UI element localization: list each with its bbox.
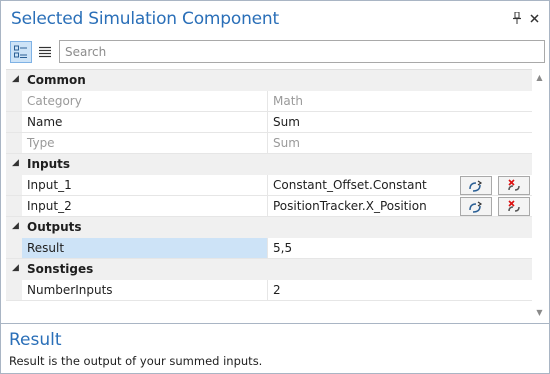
category-label: Outputs (27, 220, 82, 234)
property-row-name[interactable]: Name Sum (6, 112, 532, 133)
panel-title: Selected Simulation Component (11, 9, 279, 29)
category-label: Inputs (27, 157, 71, 171)
alphabetical-view-button[interactable] (34, 41, 56, 63)
property-row-result[interactable]: Result 5,5 (6, 238, 532, 259)
category-row-common[interactable]: ◢ Common (6, 70, 532, 91)
property-name: Input_2 (6, 196, 268, 216)
disconnect-input-button[interactable] (498, 197, 530, 216)
category-row-outputs[interactable]: ◢ Outputs (6, 217, 532, 238)
disconnect-icon (508, 178, 520, 191)
disconnect-icon (508, 199, 520, 212)
property-value[interactable]: 2 (269, 280, 532, 300)
pin-icon[interactable] (510, 11, 524, 25)
property-row-type[interactable]: Type Sum (6, 133, 532, 154)
title-bar: Selected Simulation Component (1, 1, 549, 35)
scroll-down-icon[interactable]: ▼ (535, 308, 544, 317)
property-value-text: PositionTracker.X_Position (273, 199, 427, 213)
category-label: Sonstiges (27, 262, 94, 276)
categorized-view-button[interactable] (10, 41, 32, 63)
property-row-input-2[interactable]: Input_2 PositionTracker.X_Position (6, 196, 532, 217)
property-name: Category (6, 91, 268, 111)
search-input[interactable] (59, 40, 545, 63)
property-panel-window: Selected Simulation Component Search ◢ C… (0, 0, 550, 374)
toolbar (1, 39, 549, 65)
description-text: Result is the output of your summed inpu… (9, 354, 263, 368)
connect-input-button[interactable] (460, 176, 492, 195)
collapse-triangle-icon[interactable]: ◢ (12, 263, 19, 273)
description-title: Result (9, 330, 62, 350)
property-name: Input_1 (6, 175, 268, 195)
property-row-category[interactable]: Category Math (6, 91, 532, 112)
category-label: Common (27, 73, 86, 87)
close-icon[interactable] (527, 11, 541, 25)
property-row-number-inputs[interactable]: NumberInputs 2 (6, 280, 532, 301)
property-value: Math (273, 94, 304, 108)
disconnect-input-button[interactable] (498, 176, 530, 195)
property-name: Type (6, 133, 268, 153)
connect-icon (469, 201, 483, 213)
category-row-inputs[interactable]: ◢ Inputs (6, 154, 532, 175)
property-value-text: Constant_Offset.Constant (273, 178, 427, 192)
property-value: Sum (273, 136, 300, 150)
property-value[interactable]: Constant_Offset.Constant (269, 175, 532, 195)
property-name: Name (6, 112, 268, 132)
property-value[interactable]: 5,5 (269, 238, 532, 258)
scroll-up-icon[interactable]: ▲ (535, 73, 544, 82)
description-panel: Result Result is the output of your summ… (1, 323, 549, 373)
categorized-view-icon (14, 45, 27, 58)
connect-icon (469, 180, 483, 192)
vertical-scrollbar[interactable]: ▲ ▼ (532, 69, 547, 321)
property-value[interactable]: Sum (269, 112, 532, 132)
collapse-triangle-icon[interactable]: ◢ (12, 158, 19, 168)
alphabetical-view-icon (39, 46, 51, 58)
connect-input-button[interactable] (460, 197, 492, 216)
property-name: NumberInputs (6, 280, 268, 300)
property-name: Result (6, 238, 268, 258)
property-grid: ◢ Common Category Math Name Sum Type Sum… (6, 69, 532, 321)
collapse-triangle-icon[interactable]: ◢ (12, 74, 19, 84)
property-value[interactable]: PositionTracker.X_Position (269, 196, 532, 216)
property-row-input-1[interactable]: Input_1 Constant_Offset.Constant (6, 175, 532, 196)
category-row-sonstiges[interactable]: ◢ Sonstiges (6, 259, 532, 280)
collapse-triangle-icon[interactable]: ◢ (12, 221, 19, 231)
